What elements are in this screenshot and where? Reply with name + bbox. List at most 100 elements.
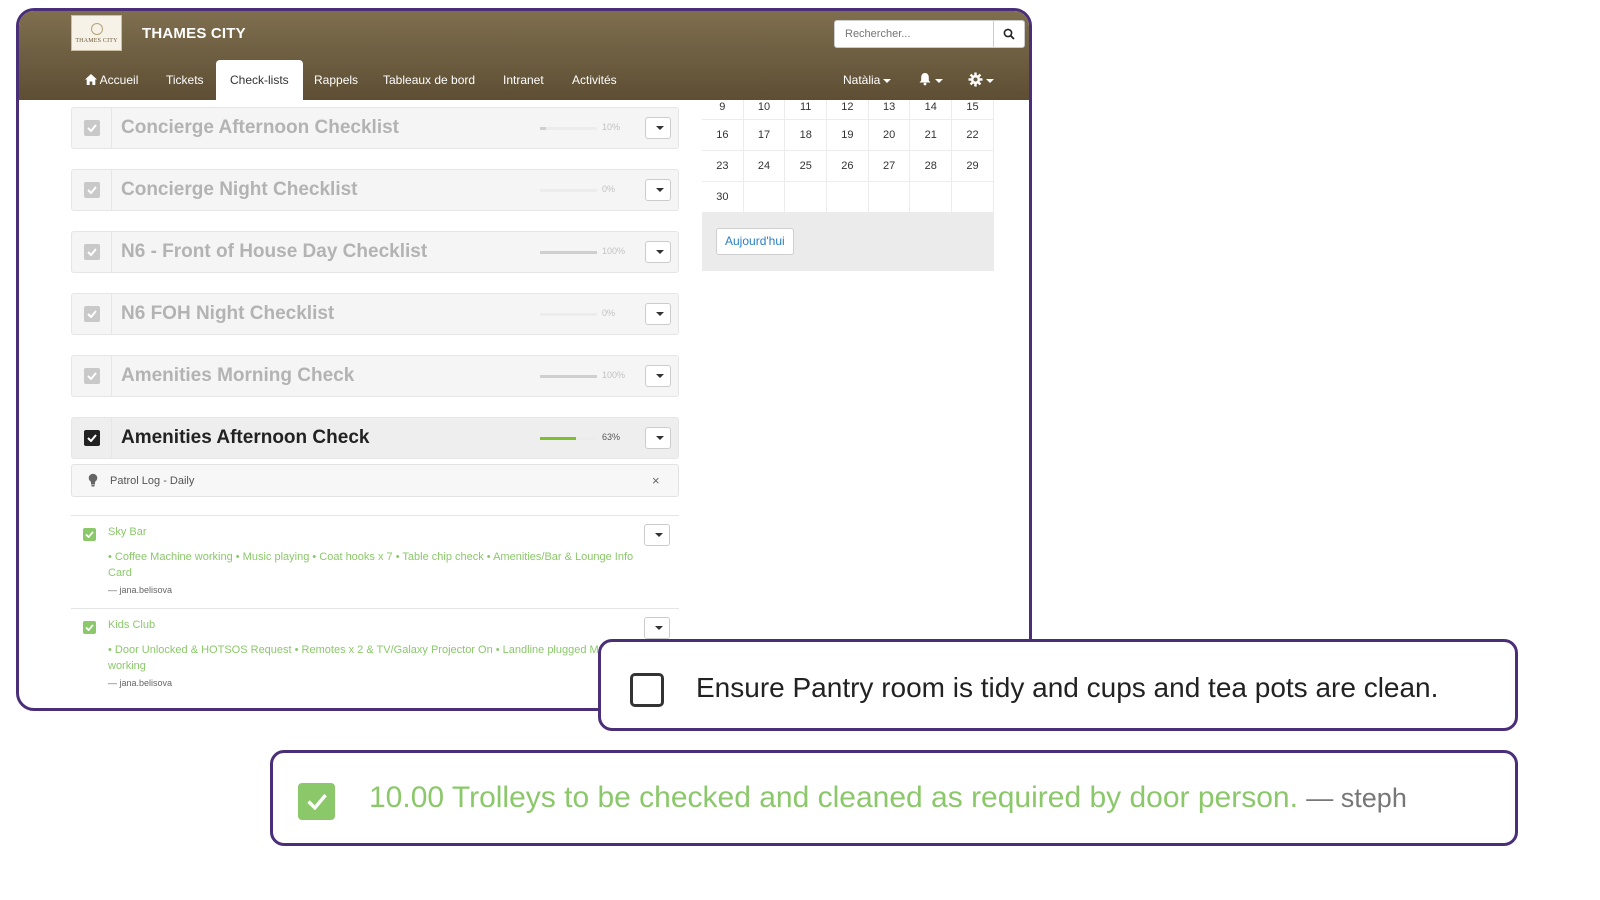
calendar-day[interactable]: 29 — [952, 151, 994, 182]
checkbox-checked-icon[interactable] — [83, 244, 100, 260]
checklist-title[interactable]: Concierge Night Checklist — [121, 179, 358, 201]
calendar-day[interactable]: 17 — [743, 120, 786, 151]
checklist-dropdown-button[interactable] — [645, 365, 671, 387]
check-icon — [86, 310, 97, 318]
calendar-day[interactable]: 13 — [868, 100, 911, 120]
settings-menu[interactable] — [968, 60, 994, 100]
nav-rappels[interactable]: Rappels — [314, 60, 358, 100]
checklist-row[interactable]: Amenities Morning Check 100% — [71, 355, 679, 397]
checklist-dropdown-button[interactable] — [645, 427, 671, 449]
today-button[interactable]: Aujourd'hui — [716, 228, 794, 255]
chevron-down-icon — [655, 312, 664, 316]
checkbox-checked-icon[interactable] — [83, 182, 100, 198]
checklist-dropdown-button[interactable] — [645, 179, 671, 201]
chevron-down-icon — [655, 188, 664, 192]
calendar-empty-cell — [910, 182, 953, 213]
nav-tableaux-de-bord[interactable]: Tableaux de bord — [383, 60, 475, 100]
task-checkbox-unchecked[interactable] — [630, 673, 664, 707]
calendar-day[interactable]: 18 — [785, 120, 828, 151]
task-title: Sky Bar — [108, 526, 147, 538]
task-dropdown-button[interactable] — [644, 617, 670, 639]
calendar-day[interactable]: 22 — [952, 120, 994, 151]
calendar-day[interactable]: 24 — [743, 151, 786, 182]
checkbox-checked-icon[interactable] — [83, 368, 100, 384]
task-dropdown-button[interactable] — [644, 524, 670, 546]
checklist-row-active[interactable]: Amenities Afternoon Check 63% — [71, 417, 679, 459]
notifications-menu[interactable] — [918, 60, 943, 100]
chevron-down-icon — [655, 126, 664, 130]
calendar-day[interactable]: 26 — [827, 151, 869, 182]
calendar-day[interactable]: 28 — [910, 151, 953, 182]
gear-icon — [968, 72, 983, 87]
progress-fill — [540, 251, 597, 254]
checklist-dropdown-button[interactable] — [645, 241, 671, 263]
nav-accueil-label: Accueil — [99, 73, 139, 87]
nav-check-lists[interactable]: Check-lists — [216, 60, 303, 100]
brand-name[interactable]: THAMES CITY — [142, 25, 246, 42]
task-author: — jana.belisova — [108, 585, 173, 595]
chevron-down-icon — [654, 533, 663, 537]
nav-intranet[interactable]: Intranet — [503, 60, 544, 100]
nav-activites[interactable]: Activités — [572, 60, 617, 100]
calendar-day[interactable]: 10 — [743, 100, 786, 120]
check-icon — [86, 124, 97, 132]
task-checkbox-checked[interactable] — [83, 528, 96, 541]
calendar-day[interactable]: 27 — [868, 151, 911, 182]
chevron-down-icon — [655, 436, 664, 440]
main-menu: Accueil Tickets Check-lists Rappels Tabl… — [19, 60, 1029, 100]
progress-percent: 100% — [602, 246, 626, 256]
checklist-title[interactable]: Concierge Afternoon Checklist — [121, 117, 399, 139]
calendar-footer: Aujourd'hui — [702, 213, 994, 271]
check-icon — [86, 372, 97, 380]
search-input[interactable] — [834, 20, 994, 48]
calendar-day[interactable]: 30 — [702, 182, 744, 213]
calendar-day[interactable]: 14 — [910, 100, 953, 120]
checklist-row[interactable]: Concierge Afternoon Checklist 10% — [71, 107, 679, 149]
bell-icon — [919, 73, 931, 86]
checklist-row[interactable]: N6 - Front of House Day Checklist 100% — [71, 231, 679, 273]
calendar-day[interactable]: 15 — [952, 100, 994, 120]
calendar-empty-cell — [827, 182, 869, 213]
checklist-title[interactable]: Amenities Morning Check — [121, 365, 354, 387]
calendar-week-row: 23 24 25 26 27 28 29 — [702, 151, 994, 182]
check-icon — [306, 794, 327, 810]
task-author: — jana.belisova — [108, 678, 173, 688]
calendar-day[interactable]: 20 — [868, 120, 911, 151]
logo-text: THAMES CITY — [75, 37, 118, 44]
checkbox-checked-icon[interactable] — [83, 120, 100, 136]
checklist-check-cell — [72, 108, 112, 148]
checklist-title[interactable]: N6 FOH Night Checklist — [121, 303, 334, 325]
checklist-title[interactable]: N6 - Front of House Day Checklist — [121, 241, 427, 263]
progress-percent: 100% — [602, 370, 626, 380]
calendar-day[interactable]: 12 — [827, 100, 869, 120]
checklist-row[interactable]: N6 FOH Night Checklist 0% — [71, 293, 679, 335]
calendar-day[interactable]: 16 — [702, 120, 744, 151]
progress-bar — [540, 251, 597, 254]
calendar-day[interactable]: 11 — [785, 100, 828, 120]
checkbox-checked-icon[interactable] — [83, 430, 100, 446]
checklist-dropdown-button[interactable] — [645, 303, 671, 325]
calendar-day[interactable]: 21 — [910, 120, 953, 151]
nav-tickets[interactable]: Tickets — [166, 60, 204, 100]
task-checkbox-checked[interactable] — [298, 783, 335, 820]
chevron-down-icon — [655, 374, 664, 378]
task-checkbox-checked[interactable] — [83, 621, 96, 634]
nav-accueil[interactable]: Accueil — [85, 60, 138, 100]
callout-task-label: 10.00 Trolleys to be checked and cleaned… — [369, 781, 1298, 814]
calendar-day[interactable]: 19 — [827, 120, 869, 151]
chevron-down-icon — [654, 626, 663, 630]
calendar-day[interactable]: 9 — [702, 100, 744, 120]
patrol-log-bar: Patrol Log - Daily × — [71, 464, 679, 497]
brand-logo[interactable]: THAMES CITY — [71, 15, 122, 51]
crest-icon — [90, 22, 103, 35]
app-window: THAMES CITY THAMES CITY Accueil Tickets … — [16, 8, 1032, 711]
user-menu[interactable]: Natàlia — [843, 60, 892, 100]
checklist-dropdown-button[interactable] — [645, 117, 671, 139]
close-icon[interactable]: × — [652, 473, 660, 488]
checklist-title[interactable]: Amenities Afternoon Check — [121, 427, 369, 449]
calendar-day[interactable]: 25 — [785, 151, 828, 182]
search-button[interactable] — [993, 20, 1025, 48]
calendar-day[interactable]: 23 — [702, 151, 744, 182]
checklist-row[interactable]: Concierge Night Checklist 0% — [71, 169, 679, 211]
checkbox-checked-icon[interactable] — [83, 306, 100, 322]
